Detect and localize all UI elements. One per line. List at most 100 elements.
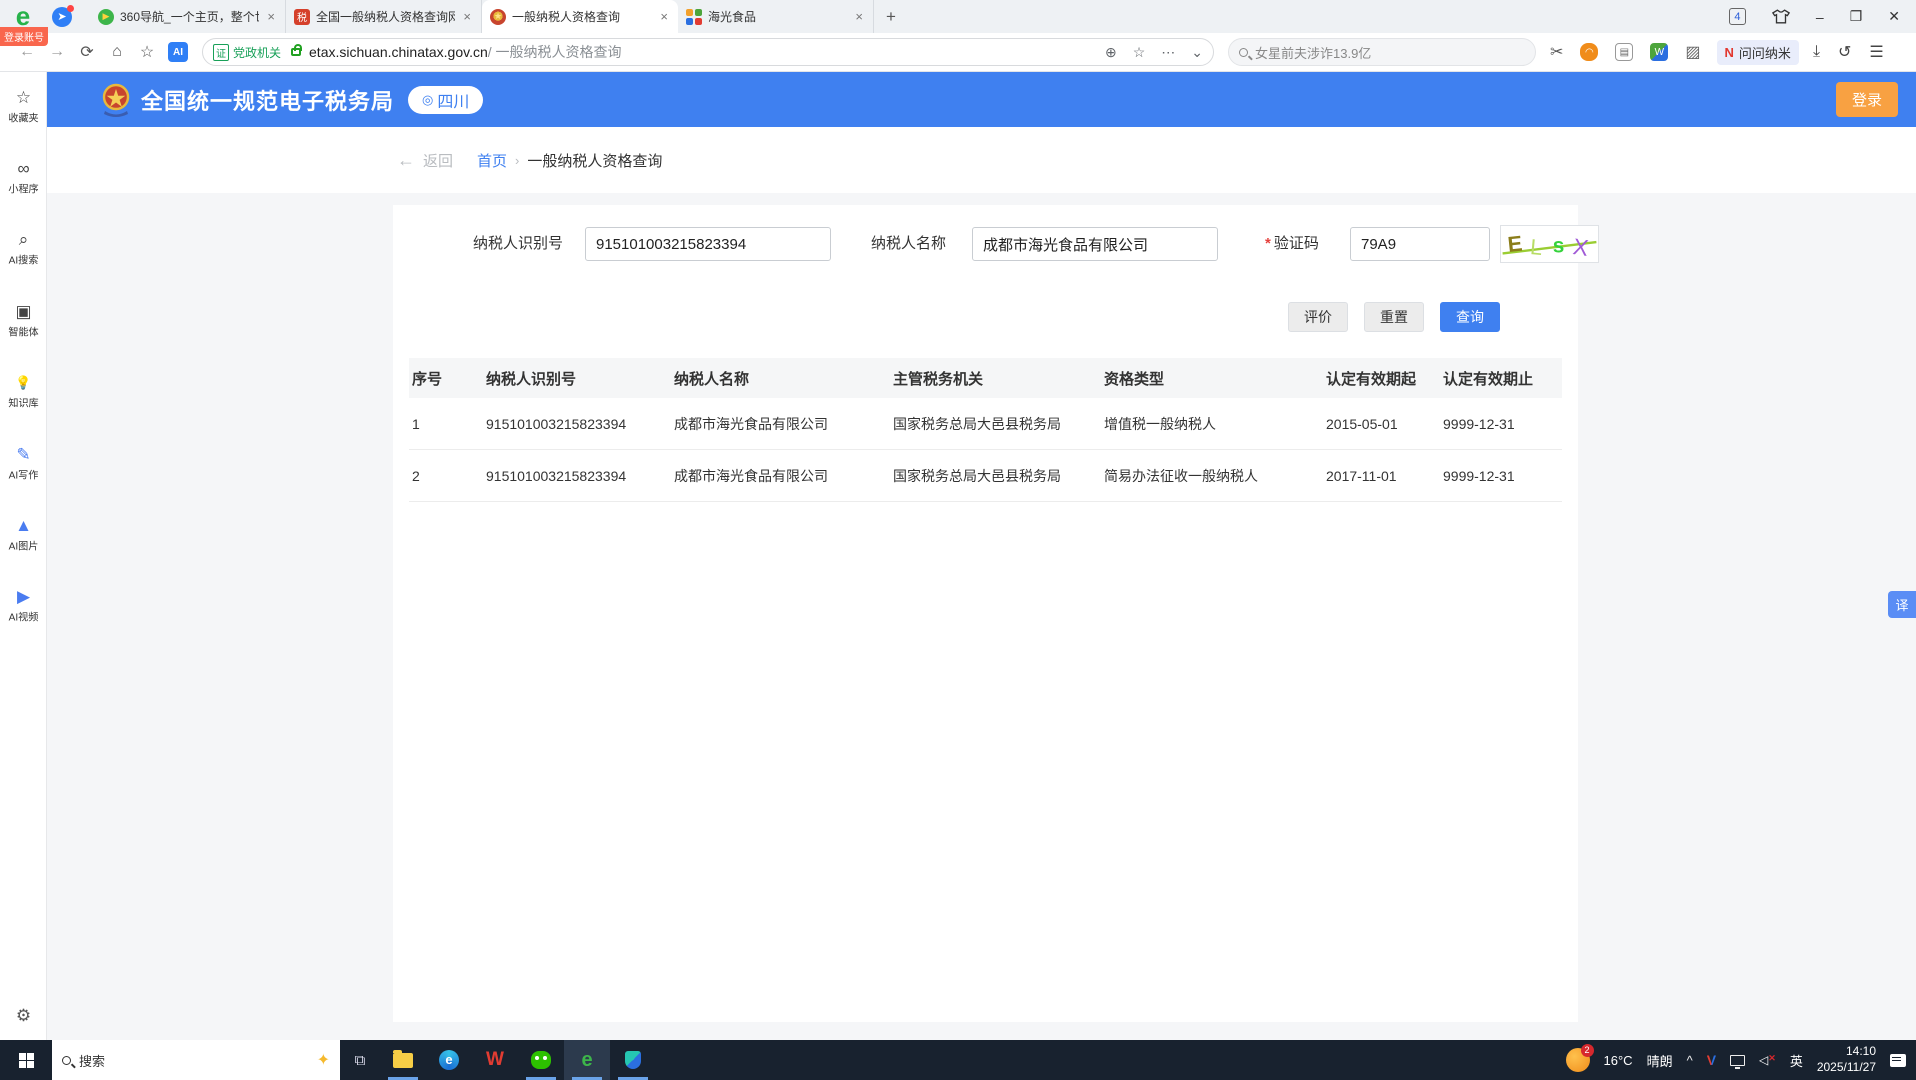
weather-icon[interactable]: 2: [1565, 1044, 1594, 1072]
site-title: 全国统一规范电子税务局: [141, 88, 395, 114]
search-suggestion-text: 女星前夫涉诈13.9亿: [1255, 45, 1372, 61]
reload-button[interactable]: ⟳: [72, 42, 102, 62]
home-button[interactable]: ⌂: [102, 43, 132, 61]
weather-temp[interactable]: 16°C: [1604, 1053, 1633, 1068]
location-pin-icon: ◎: [422, 91, 434, 107]
breadcrumb-separator: ›: [515, 152, 520, 168]
cert-icon: 证: [213, 43, 229, 61]
region-selector[interactable]: ◎ 四川: [408, 85, 484, 114]
dropdown-chevron-icon[interactable]: ⌄: [1191, 44, 1203, 61]
shield-icon: [625, 1051, 641, 1069]
tab-title: 全国一般纳税人资格查询网: [316, 10, 456, 24]
wps-extension-icon[interactable]: W: [1650, 43, 1669, 61]
ai-assistant-icon[interactable]: AI: [168, 42, 188, 62]
reading-mode-icon[interactable]: ▤: [1615, 43, 1634, 61]
sidebar-item-knowledge[interactable]: 💡 知识库: [0, 373, 47, 411]
game-center-icon[interactable]: ◠: [1580, 43, 1599, 61]
extensions-puzzle-icon[interactable]: ▨: [1685, 42, 1700, 62]
history-undo-icon[interactable]: ↺: [1838, 42, 1851, 62]
weather-condition[interactable]: 晴朗: [1647, 1051, 1673, 1070]
sidebar-item-ai-image[interactable]: ▲ AI图片: [0, 516, 47, 554]
tab-tax-query-site[interactable]: 税 全国一般纳税人资格查询网 ×: [286, 0, 482, 33]
tab-close-icon[interactable]: ×: [853, 9, 865, 24]
breadcrumb-home-link[interactable]: 首页: [477, 150, 507, 171]
tab-360-nav[interactable]: ▶ 360导航_一个主页，整个世 ×: [90, 0, 286, 33]
taskbar-clock[interactable]: 14:10 2025/11/27: [1817, 1044, 1876, 1075]
captcha-input[interactable]: [1350, 227, 1490, 261]
back-arrow-icon[interactable]: ←: [397, 150, 415, 171]
notification-center-icon[interactable]: [1890, 1053, 1906, 1067]
tab-360-nav-favicon: ▶: [98, 8, 114, 25]
window-close-button[interactable]: ✕: [1888, 8, 1900, 25]
captcha-image[interactable]: E L s X: [1500, 225, 1599, 263]
taskbar-app-wechat[interactable]: [518, 1040, 564, 1080]
notification-dot: [67, 4, 74, 12]
browser-360-icon: e: [581, 1049, 593, 1071]
taskbar-search-box[interactable]: 搜索 ✦: [52, 1040, 340, 1080]
tab-close-icon[interactable]: ×: [461, 9, 473, 24]
taxpayer-name-input[interactable]: [972, 227, 1218, 261]
taskbar-app-wps[interactable]: W: [472, 1040, 518, 1080]
tab-taxpayer-query-active[interactable]: ★ 一般纳税人资格查询 ×: [482, 0, 678, 33]
reset-button[interactable]: 重置: [1364, 302, 1424, 332]
theme-tshirt-icon[interactable]: [1771, 9, 1790, 24]
geolocation-icon[interactable]: ⊕: [1105, 44, 1117, 61]
settings-gear-icon[interactable]: ⚙: [0, 1006, 47, 1026]
captcha-char: s: [1553, 235, 1565, 258]
tab-close-icon[interactable]: ×: [658, 9, 670, 24]
tray-chevron-icon[interactable]: ^: [1687, 1053, 1693, 1068]
nav-compass-icon[interactable]: ➤: [52, 4, 74, 27]
taskbar-app-explorer[interactable]: [380, 1040, 426, 1080]
tab-haiguang-food[interactable]: 海光食品 ×: [678, 0, 874, 33]
login-account-badge[interactable]: 登录账号: [0, 27, 48, 46]
captcha-char: E: [1506, 231, 1523, 257]
back-link[interactable]: 返回: [423, 150, 453, 171]
tab-title: 海光食品: [708, 10, 757, 24]
ask-nano-button[interactable]: N 问问纳米: [1716, 39, 1799, 65]
new-tab-button[interactable]: +: [874, 7, 908, 27]
toolbar-search-box[interactable]: 女星前夫涉诈13.9亿: [1228, 38, 1536, 66]
sidebar-item-ai-video[interactable]: ▶ AI视频: [0, 587, 47, 625]
taxpayer-id-input[interactable]: [585, 227, 831, 261]
taskbar-app-security[interactable]: [610, 1040, 656, 1080]
forward-button[interactable]: →: [42, 43, 72, 61]
col-header-tax-authority: 主管税务机关: [893, 370, 984, 388]
favorite-button[interactable]: ☆: [132, 42, 162, 62]
start-button[interactable]: [0, 1040, 52, 1080]
menu-hamburger-icon[interactable]: ☰: [1869, 42, 1883, 62]
screenshot-scissors-icon[interactable]: ✂: [1550, 42, 1563, 62]
sidebar-item-favorites[interactable]: ☆ 收藏夹: [0, 88, 47, 126]
bookmark-star-icon[interactable]: ☆: [1133, 44, 1146, 61]
evaluate-button[interactable]: 评价: [1288, 302, 1348, 332]
taskbar-app-edge[interactable]: e: [426, 1040, 472, 1080]
volume-muted-icon[interactable]: ◁✕: [1759, 1053, 1776, 1067]
site-login-button[interactable]: 登录: [1835, 82, 1898, 117]
nano-label: 问问纳米: [1738, 45, 1791, 61]
sidebar-item-ai-writing[interactable]: ✎ AI写作: [0, 445, 47, 483]
more-options-icon[interactable]: ⋯: [1161, 44, 1175, 61]
network-icon[interactable]: [1730, 1054, 1746, 1069]
wps-tray-icon[interactable]: V: [1707, 1052, 1716, 1068]
window-minimize-button[interactable]: –: [1816, 9, 1824, 25]
cert-label: 党政机关: [233, 45, 282, 60]
sidebar-item-miniprogram[interactable]: ∞ 小程序: [0, 159, 47, 197]
query-button[interactable]: 查询: [1440, 302, 1500, 332]
sidebar-item-ai-search[interactable]: ⌕ AI搜索: [0, 230, 47, 268]
table-header-row: 序号 纳税人识别号 纳税人名称 主管税务机关 资格类型 认定有效期起 认定有效期…: [409, 358, 1562, 398]
download-icon[interactable]: ⤓: [1813, 43, 1820, 61]
browser-360-logo-icon[interactable]: e: [8, 3, 38, 30]
ime-indicator[interactable]: 英: [1790, 1051, 1803, 1070]
sidebar-item-agent[interactable]: ▣ 智能体: [0, 302, 47, 340]
window-restore-button[interactable]: ❐: [1850, 8, 1863, 25]
address-bar[interactable]: 证 党政机关 etax.sichuan.chinatax.gov.cn / 一般…: [202, 38, 1214, 66]
tab-close-icon[interactable]: ×: [265, 9, 277, 24]
secure-lock-icon: [291, 44, 303, 56]
taskbar-app-360browser[interactable]: e: [564, 1040, 610, 1080]
task-view-button[interactable]: ⧉: [340, 1052, 380, 1069]
translate-button[interactable]: 译: [1888, 591, 1916, 618]
results-table: 序号 纳税人识别号 纳税人名称 主管税务机关 资格类型 认定有效期起 认定有效期…: [409, 358, 1562, 502]
url-host: etax.sichuan.chinatax.gov.cn: [309, 44, 488, 60]
tab-count-badge[interactable]: 4: [1728, 8, 1746, 25]
col-header-valid-from: 认定有效期起: [1326, 370, 1417, 388]
nano-icon: N: [1724, 44, 1734, 60]
